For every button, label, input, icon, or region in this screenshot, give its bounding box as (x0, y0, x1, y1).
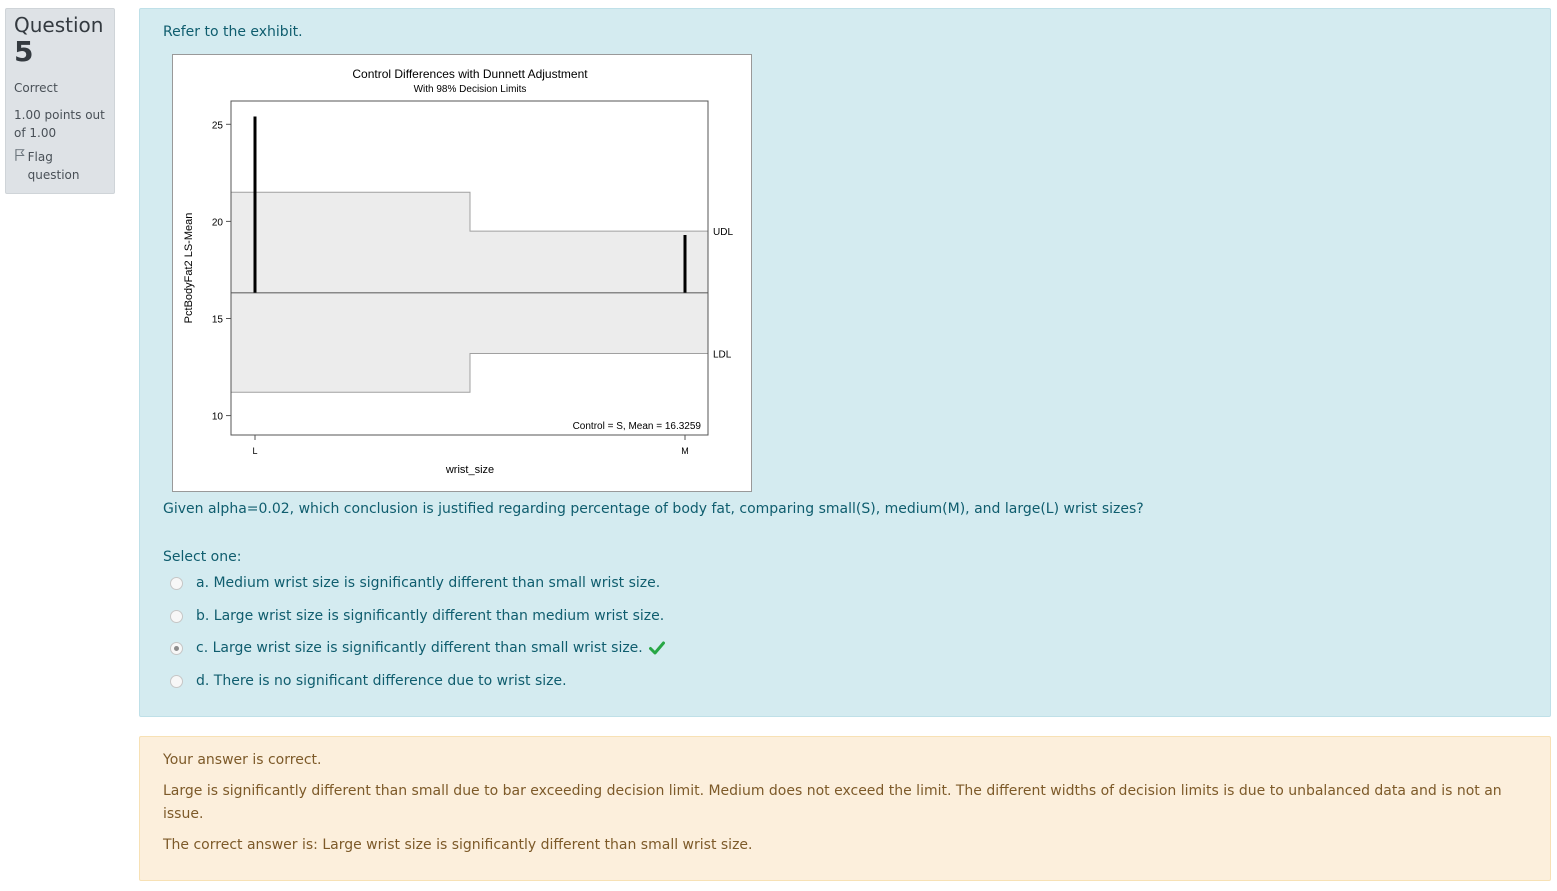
question-number: 5 (14, 35, 34, 68)
ldl-label: LDL (713, 349, 732, 360)
question-formulation: Refer to the exhibit. Control Difference… (139, 8, 1551, 717)
flag-question-label: Flag question (27, 150, 80, 182)
answer-option-c[interactable]: c. Large wrist size is significantly dif… (170, 640, 665, 656)
control-annotation: Control = S, Mean = 16.3259 (573, 421, 702, 432)
y-tick-label-15: 15 (212, 314, 224, 325)
question-intro: Refer to the exhibit. (163, 24, 303, 40)
check-icon (648, 641, 665, 655)
answer-option-b-label[interactable]: b. Large wrist size is significantly dif… (196, 608, 664, 624)
flag-icon (15, 149, 25, 161)
chart-title: Control Differences with Dunnett Adjustm… (352, 67, 588, 81)
feedback-right-answer: The correct answer is: Large wrist size … (163, 837, 753, 853)
select-one-prompt: Select one: (163, 549, 242, 565)
question-label: Question (14, 13, 104, 37)
answer-option-d-label[interactable]: d. There is no significant difference du… (196, 673, 567, 689)
question-info-panel: Question 5 Correct 1.00 points out of 1.… (5, 8, 115, 194)
radio-option-a[interactable] (170, 576, 183, 590)
feedback-panel: Your answer is correct. Large is signifi… (139, 736, 1551, 881)
chart-subtitle: With 98% Decision Limits (414, 84, 527, 95)
answer-option-a[interactable]: a. Medium wrist size is significantly di… (170, 575, 660, 591)
x-tick-label-M: M (681, 446, 689, 456)
radio-option-c[interactable] (170, 641, 183, 655)
answer-option-a-label[interactable]: a. Medium wrist size is significantly di… (196, 575, 660, 591)
x-axis-label: wrist_size (445, 464, 494, 476)
flag-question-link[interactable]: Flag question (14, 148, 106, 184)
y-tick-label-20: 20 (212, 217, 224, 228)
answer-option-b[interactable]: b. Large wrist size is significantly dif… (170, 608, 664, 624)
y-tick-label-25: 25 (212, 120, 224, 131)
udl-label: UDL (713, 227, 733, 238)
feedback-status: Your answer is correct. (163, 752, 322, 768)
question-grade: 1.00 points out of 1.00 (14, 108, 105, 140)
dunnett-control-chart: Control Differences with Dunnett Adjustm… (183, 67, 733, 476)
answer-option-c-label[interactable]: c. Large wrist size is significantly dif… (196, 640, 643, 656)
question-text: Given alpha=0.02, which conclusion is ju… (163, 501, 1144, 517)
feedback-explanation: Large is significantly different than sm… (163, 783, 1502, 822)
question-state: Correct (14, 81, 58, 95)
y-axis-label: PctBodyFat2 LS-Mean (183, 213, 195, 324)
radio-option-b[interactable] (170, 609, 183, 623)
x-tick-label-L: L (252, 446, 257, 456)
radio-option-d[interactable] (170, 674, 183, 688)
y-tick-label-10: 10 (212, 412, 224, 423)
exhibit-chart: Control Differences with Dunnett Adjustm… (172, 54, 752, 492)
answer-option-d[interactable]: d. There is no significant difference du… (170, 673, 567, 689)
